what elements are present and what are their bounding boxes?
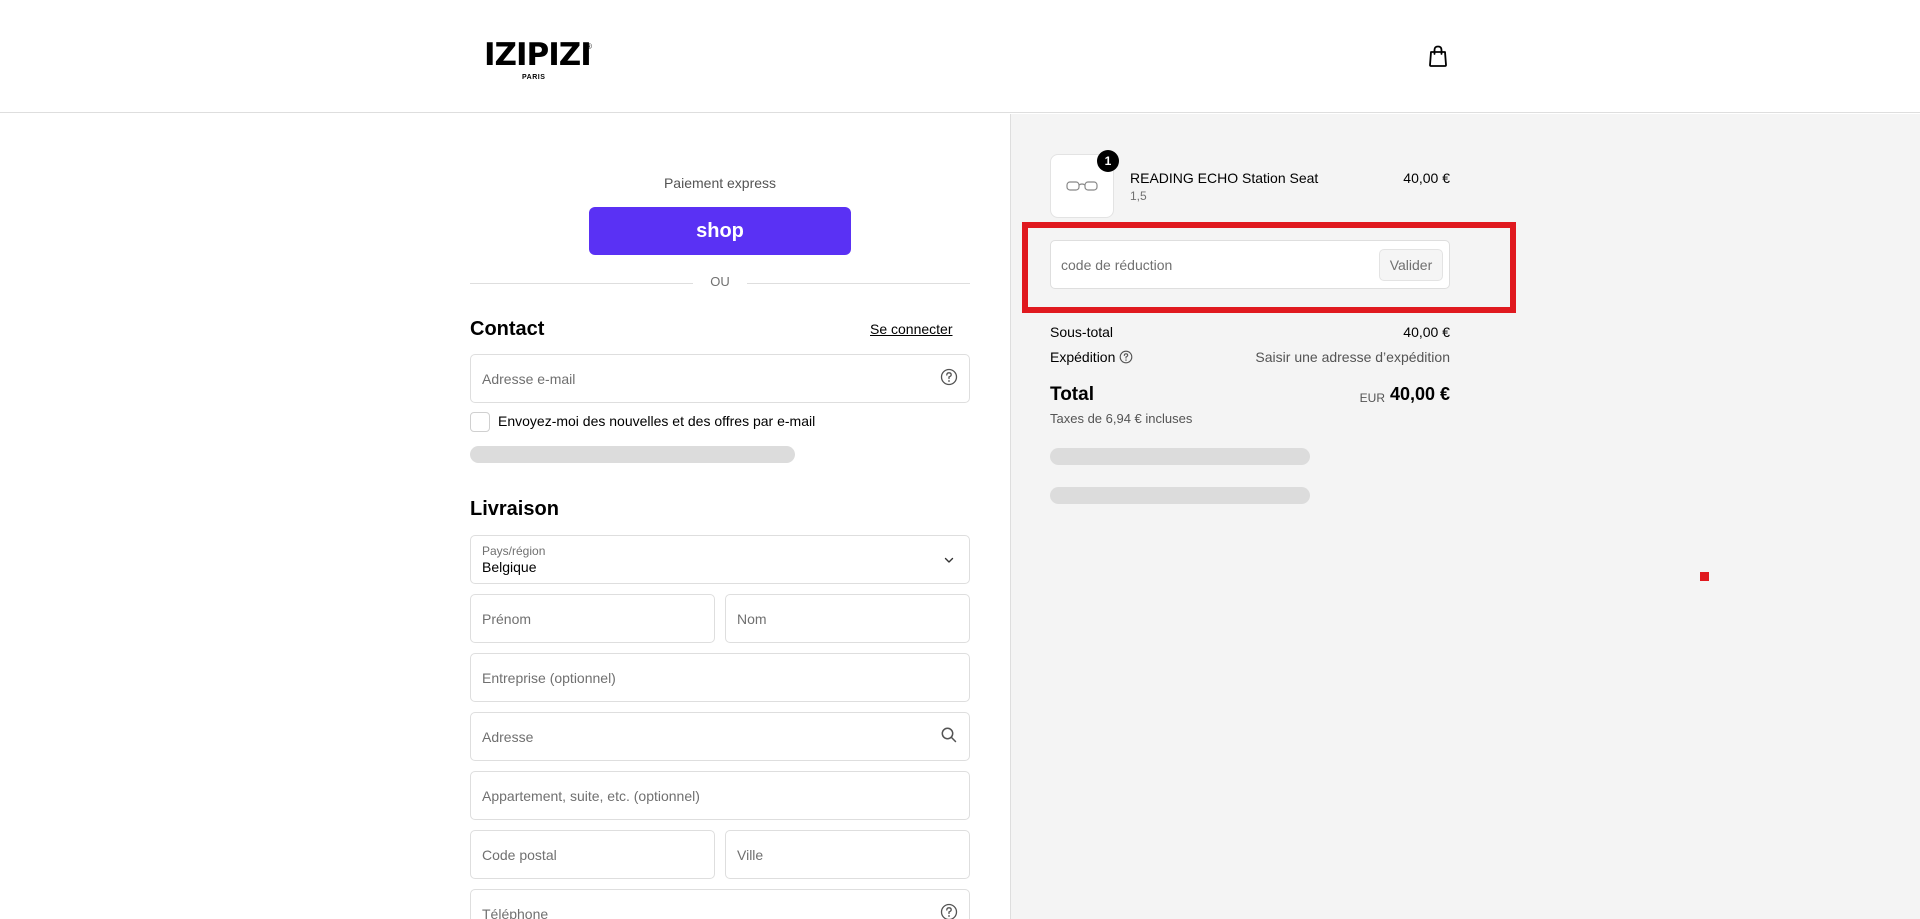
email-field[interactable] [470,354,970,403]
help-circle-icon[interactable] [1119,350,1133,364]
last-name-field[interactable] [725,594,970,643]
city-field[interactable] [725,830,970,879]
shipping-row: Expédition Saisir une adresse d’expéditi… [1050,349,1450,365]
total-currency: EUR [1359,391,1385,405]
total-label: Total [1050,384,1094,405]
first-name-input[interactable] [471,595,714,642]
search-icon [941,727,957,743]
contact-title: Contact [470,318,545,340]
product-variant: 1,5 [1130,189,1147,203]
shipping-value: Saisir une adresse d’expédition [1255,349,1450,365]
glasses-icon [1066,181,1098,191]
postal-code-field[interactable] [470,830,715,879]
address-field[interactable] [470,712,970,761]
phone-field[interactable] [470,889,970,919]
newsletter-label: Envoyez-moi des nouvelles et des offres … [498,413,816,429]
login-link[interactable]: Se connecter [870,321,953,337]
first-name-field[interactable] [470,594,715,643]
header: IZIPIZI ® PARIS [0,0,1920,113]
address-input[interactable] [471,713,969,760]
postal-code-input[interactable] [471,831,714,878]
loading-placeholder [470,446,795,463]
shopping-bag-icon [1429,45,1447,67]
shop-pay-label: shop [696,219,744,242]
tax-note: Taxes de 6,94 € incluses [1050,411,1193,426]
shop-pay-button[interactable]: shop [589,207,851,255]
newsletter-checkbox[interactable] [470,412,490,432]
highlight-box [1022,222,1516,313]
shipping-label: Expédition [1050,349,1116,365]
brand-name: IZIPIZI [484,37,592,73]
country-select-label: Pays/région [482,544,546,558]
apartment-input[interactable] [471,772,969,819]
cursor-marker [1700,572,1709,581]
subtotal-value: 40,00 € [1403,324,1450,340]
email-input[interactable] [471,355,969,402]
brand-logo[interactable]: IZIPIZI ® PARIS [484,38,596,86]
product-price: 40,00 € [1403,170,1450,186]
loading-placeholder [1050,487,1310,504]
company-input[interactable] [471,654,969,701]
brand-registered-mark: ® [586,42,592,51]
total-amount: 40,00 € [1389,384,1450,404]
subtotal-label: Sous-total [1050,324,1114,340]
last-name-input[interactable] [726,595,969,642]
chevron-down-icon [944,557,954,563]
express-checkout-label: Paiement express [663,175,777,191]
help-circle-icon[interactable] [940,903,958,919]
quantity-badge: 1 [1097,150,1119,172]
cart-button[interactable] [1427,44,1449,68]
brand-subtitle: PARIS [522,74,546,81]
delivery-title: Livraison [470,498,559,520]
subtotal-row: Sous-total 40,00 € [1050,324,1450,340]
separator-text: OU [693,274,747,289]
city-input[interactable] [726,831,969,878]
loading-placeholder [1050,448,1310,465]
apartment-field[interactable] [470,771,970,820]
product-name: READING ECHO Station Seat [1130,170,1319,186]
company-field[interactable] [470,653,970,702]
country-select[interactable]: Pays/région Belgique [470,535,970,584]
phone-input[interactable] [471,890,969,919]
help-circle-icon[interactable] [940,368,958,386]
country-select-value: Belgique [482,559,537,575]
